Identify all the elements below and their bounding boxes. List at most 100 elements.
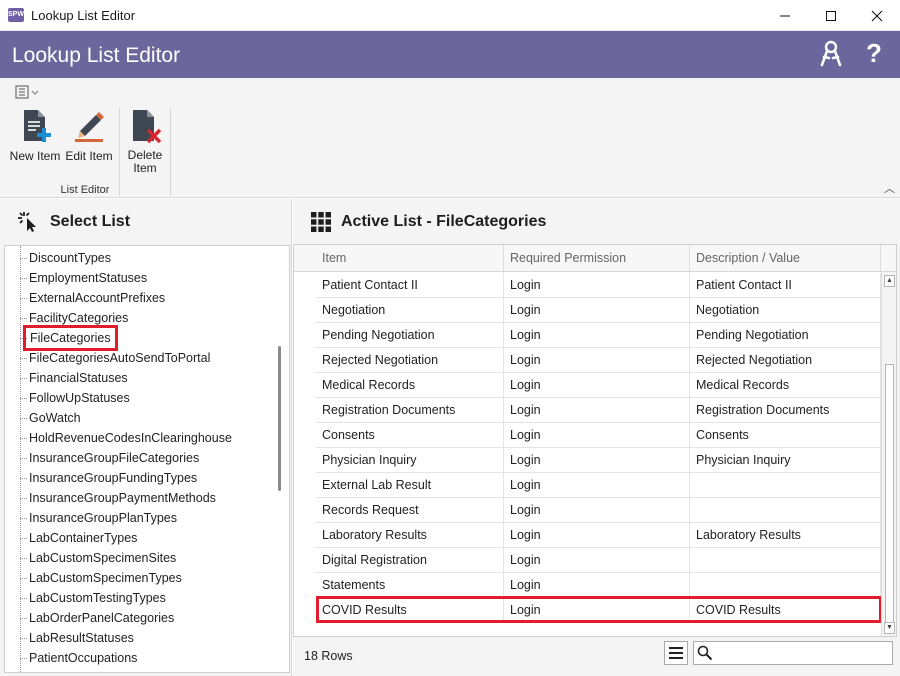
grid-scrollbar[interactable]: ▲ ▼ <box>881 272 896 636</box>
cell-required-permission[interactable]: Login <box>504 548 690 573</box>
edit-pencil-icon <box>75 112 104 142</box>
tree-item[interactable]: LabCustomSpecimenTypes <box>29 568 182 588</box>
tree-connector <box>20 278 27 279</box>
cell-description-value[interactable] <box>690 498 881 523</box>
cell-required-permission[interactable]: Login <box>504 473 690 498</box>
keys-icon[interactable] <box>818 40 844 68</box>
tree-item[interactable]: LabContainerTypes <box>29 528 137 548</box>
cell-description-value[interactable]: Registration Documents <box>690 398 881 423</box>
tree-item[interactable]: LabResultStatuses <box>29 628 134 648</box>
table-row[interactable]: Records Request Login <box>316 498 881 523</box>
tree-item[interactable]: LabCustomTestingTypes <box>29 588 166 608</box>
table-row[interactable]: Statements Login <box>316 573 881 598</box>
scroll-down-icon[interactable]: ▼ <box>884 622 895 634</box>
column-header-item[interactable]: Item <box>316 245 504 272</box>
table-row[interactable]: External Lab Result Login <box>316 473 881 498</box>
close-button[interactable] <box>854 0 900 31</box>
cell-description-value[interactable]: Patient Contact II <box>690 273 881 298</box>
cell-item[interactable]: COVID Results <box>316 598 504 623</box>
cell-description-value[interactable] <box>690 473 881 498</box>
quick-access-menu-icon[interactable] <box>14 84 40 100</box>
cell-description-value[interactable]: COVID Results <box>690 598 881 623</box>
table-row[interactable]: Consents Login Consents <box>316 423 881 448</box>
cell-required-permission[interactable]: Login <box>504 498 690 523</box>
table-row[interactable]: Digital Registration Login <box>316 548 881 573</box>
delete-item-button[interactable]: Delete Item <box>122 108 168 175</box>
search-input[interactable] <box>716 644 890 662</box>
cell-required-permission[interactable]: Login <box>504 398 690 423</box>
tree-item[interactable]: PatientOccupations <box>29 648 137 668</box>
tree-item[interactable]: InsuranceGroupFileCategories <box>29 448 199 468</box>
table-row[interactable]: Physician Inquiry Login Physician Inquiry <box>316 448 881 473</box>
collapse-ribbon-icon[interactable]: ︿ <box>884 180 895 196</box>
help-icon[interactable]: ? <box>866 38 882 69</box>
cell-description-value[interactable]: Pending Negotiation <box>690 323 881 348</box>
table-row[interactable]: Negotiation Login Negotiation <box>316 298 881 323</box>
cell-description-value[interactable] <box>690 548 881 573</box>
cell-required-permission[interactable]: Login <box>504 273 690 298</box>
tree-scrollbar[interactable] <box>278 346 281 491</box>
tree-item[interactable]: HoldRevenueCodesInClearinghouse <box>29 428 232 448</box>
cell-item[interactable]: Rejected Negotiation <box>316 348 504 373</box>
scroll-up-icon[interactable]: ▲ <box>884 275 895 287</box>
cell-required-permission[interactable]: Login <box>504 373 690 398</box>
cell-item[interactable]: Laboratory Results <box>316 523 504 548</box>
cell-item[interactable]: Negotiation <box>316 298 504 323</box>
cell-item[interactable]: External Lab Result <box>316 473 504 498</box>
cell-description-value[interactable]: Negotiation <box>690 298 881 323</box>
tree-item[interactable]: InsuranceGroupFundingTypes <box>29 468 197 488</box>
cell-item[interactable]: Medical Records <box>316 373 504 398</box>
window-titlebar: SPW Lookup List Editor <box>0 0 900 31</box>
tree-item[interactable]: DiscountTypes <box>29 248 111 268</box>
cell-description-value[interactable]: Consents <box>690 423 881 448</box>
table-row[interactable]: Registration Documents Login Registration … <box>316 398 881 423</box>
tree-item[interactable]: LabOrderPanelCategories <box>29 608 174 628</box>
cell-item[interactable]: Statements <box>316 573 504 598</box>
cell-required-permission[interactable]: Login <box>504 598 690 623</box>
tree-item[interactable]: FileCategoriesAutoSendToPortal <box>29 348 210 368</box>
cell-required-permission[interactable]: Login <box>504 323 690 348</box>
cell-item[interactable]: Pending Negotiation <box>316 323 504 348</box>
minimize-button[interactable] <box>762 0 808 31</box>
table-row[interactable]: Rejected Negotiation Login Rejected Negoti… <box>316 348 881 373</box>
edit-item-button[interactable]: Edit Item <box>64 108 114 163</box>
table-row[interactable]: Pending Negotiation Login Pending Negotiat… <box>316 323 881 348</box>
tree-item[interactable]: EmploymentStatuses <box>29 268 147 288</box>
cell-required-permission[interactable]: Login <box>504 573 690 598</box>
table-row[interactable]: Laboratory Results Login Laboratory Result… <box>316 523 881 548</box>
tree-item[interactable]: GoWatch <box>29 408 81 428</box>
new-item-button[interactable]: New Item <box>6 108 64 163</box>
cell-item[interactable]: Physician Inquiry <box>316 448 504 473</box>
tree-connector <box>20 558 27 559</box>
cell-description-value[interactable]: Medical Records <box>690 373 881 398</box>
tree-item[interactable]: FollowUpStatuses <box>29 388 130 408</box>
cell-item[interactable]: Patient Contact II <box>316 273 504 298</box>
cell-required-permission[interactable]: Login <box>504 448 690 473</box>
maximize-button[interactable] <box>808 0 854 31</box>
cell-required-permission[interactable]: Login <box>504 423 690 448</box>
cell-description-value[interactable]: Laboratory Results <box>690 523 881 548</box>
tree-item[interactable]: InsuranceGroupPlanTypes <box>29 508 177 528</box>
cell-item[interactable]: Digital Registration <box>316 548 504 573</box>
tree-item[interactable]: LabCustomSpecimenSites <box>29 548 176 568</box>
cell-required-permission[interactable]: Login <box>504 348 690 373</box>
cell-required-permission[interactable]: Login <box>504 523 690 548</box>
table-row[interactable]: Patient Contact II Login Patient Contact I… <box>316 273 881 298</box>
cell-item[interactable]: Records Request <box>316 498 504 523</box>
cell-description-value[interactable]: Physician Inquiry <box>690 448 881 473</box>
table-row[interactable]: Medical Records Login Medical Records <box>316 373 881 398</box>
grid-menu-button[interactable] <box>664 641 688 665</box>
cell-item[interactable]: Consents <box>316 423 504 448</box>
column-header-description-value[interactable]: Description / Value <box>690 245 881 272</box>
scroll-thumb[interactable] <box>885 364 894 626</box>
cell-description-value[interactable] <box>690 573 881 598</box>
table-row[interactable]: COVID Results Login COVID Results <box>316 598 881 623</box>
cell-required-permission[interactable]: Login <box>504 298 690 323</box>
cell-description-value[interactable]: Rejected Negotiation <box>690 348 881 373</box>
tree-item[interactable]: ExternalAccountPrefixes <box>29 288 165 308</box>
column-header-required-permission[interactable]: Required Permission <box>504 245 690 272</box>
cell-item[interactable]: Registration Documents <box>316 398 504 423</box>
tree-item[interactable]: InsuranceGroupPaymentMethods <box>29 488 216 508</box>
tree-item[interactable]: FinancialStatuses <box>29 368 128 388</box>
select-list-tree[interactable]: DiscountTypes EmploymentStatuses ExternalA… <box>4 245 290 673</box>
